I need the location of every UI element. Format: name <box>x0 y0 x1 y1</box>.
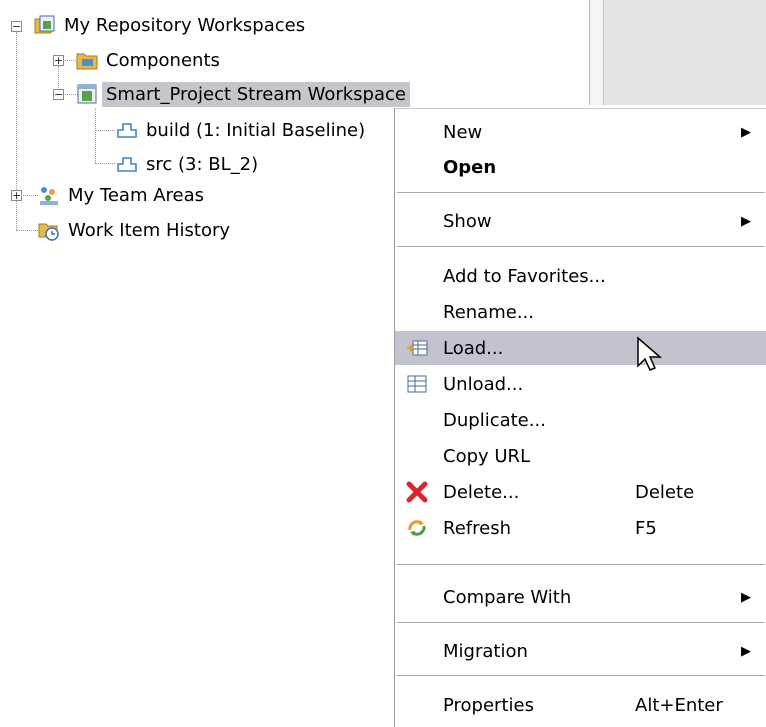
menu-item-refresh[interactable]: Refresh F5 <box>395 511 766 545</box>
delete-icon <box>405 480 429 504</box>
menu-item-copy-url[interactable]: Copy URL <box>395 439 766 473</box>
history-icon <box>38 219 60 241</box>
menu-separator <box>397 564 765 566</box>
tree-item-src[interactable]: src (3: BL_2) <box>116 149 262 179</box>
tree-item-workspace[interactable]: Smart_Project Stream Workspace <box>76 79 410 109</box>
menu-item-add-to-favorites[interactable]: Add to Favorites... <box>395 259 766 293</box>
menu-separator <box>397 675 765 677</box>
workspace-icon <box>76 83 98 105</box>
delete-accelerator: Delete <box>635 481 695 503</box>
tree-item-components[interactable]: Components <box>76 45 224 75</box>
menu-separator <box>397 622 765 624</box>
menu-separator <box>397 192 765 194</box>
context-menu: New ▶ Open Show ▶ Add to Favorites... Re… <box>394 108 766 727</box>
expand-toggle[interactable]: + <box>11 190 22 201</box>
menu-item-open[interactable]: Open <box>395 150 766 184</box>
tree-item-team-areas[interactable]: My Team Areas <box>38 180 208 210</box>
submenu-arrow-icon: ▶ <box>741 213 751 229</box>
mouse-pointer-icon <box>636 336 666 376</box>
menu-item-load[interactable]: Load... <box>395 331 766 365</box>
repository-workspaces-icon <box>34 14 56 36</box>
menu-item-unload[interactable]: Unload... <box>395 367 766 401</box>
unload-icon <box>405 372 429 396</box>
menu-item-delete[interactable]: Delete... Delete <box>395 475 766 509</box>
menu-item-duplicate[interactable]: Duplicate... <box>395 403 766 437</box>
menu-item-properties[interactable]: Properties Alt+Enter <box>395 688 766 722</box>
menu-item-new[interactable]: New ▶ <box>395 115 766 149</box>
submenu-arrow-icon: ▶ <box>741 124 751 140</box>
tree-item-work-item-history[interactable]: Work Item History <box>38 215 234 245</box>
team-areas-icon <box>38 184 60 206</box>
collapse-toggle[interactable]: − <box>53 89 64 100</box>
refresh-accelerator: F5 <box>635 517 657 539</box>
expand-toggle[interactable]: + <box>53 55 64 66</box>
submenu-arrow-icon: ▶ <box>741 589 751 605</box>
menu-item-rename[interactable]: Rename... <box>395 295 766 329</box>
tree-item-build[interactable]: build (1: Initial Baseline) <box>116 115 369 145</box>
component-icon <box>116 153 138 175</box>
menu-item-migration[interactable]: Migration ▶ <box>395 634 766 668</box>
collapse-toggle[interactable]: − <box>11 21 22 32</box>
tree-connector <box>16 230 38 231</box>
menu-separator <box>397 246 765 248</box>
menu-item-show[interactable]: Show ▶ <box>395 204 766 238</box>
components-folder-icon <box>76 49 98 71</box>
load-icon <box>405 336 429 360</box>
component-icon <box>116 119 138 141</box>
background-view-panel <box>603 0 766 105</box>
tree-connector <box>95 163 115 164</box>
tree-item-repository-workspaces[interactable]: My Repository Workspaces <box>34 10 309 40</box>
tree-connector <box>95 130 115 131</box>
properties-accelerator: Alt+Enter <box>635 694 723 716</box>
submenu-arrow-icon: ▶ <box>741 643 751 659</box>
refresh-icon <box>405 516 429 540</box>
tree-connector <box>95 108 96 163</box>
menu-item-compare-with[interactable]: Compare With ▶ <box>395 580 766 614</box>
